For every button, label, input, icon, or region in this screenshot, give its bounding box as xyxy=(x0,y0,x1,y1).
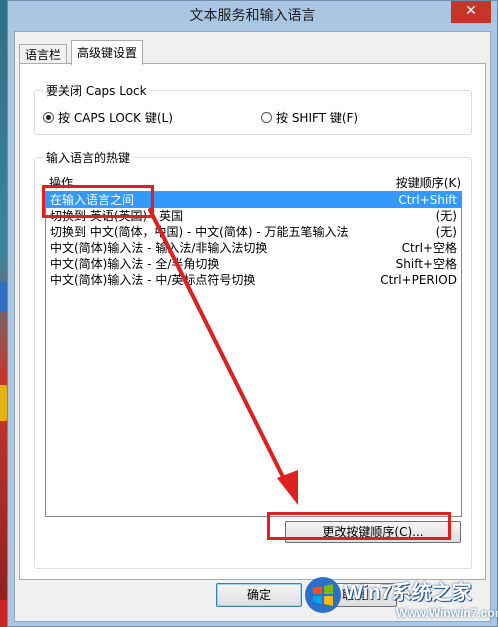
watermark-brand: Win7系统之家 xyxy=(344,582,472,604)
watermark: Win7系统之家 Www.Winwin7.com xyxy=(300,570,498,627)
windows-logo-icon xyxy=(305,577,341,613)
tab-advanced-key-settings[interactable]: 高级键设置 xyxy=(71,40,144,65)
annotation-arrow xyxy=(148,208,298,505)
watermark-url: Www.Winwin7.com xyxy=(396,606,498,620)
